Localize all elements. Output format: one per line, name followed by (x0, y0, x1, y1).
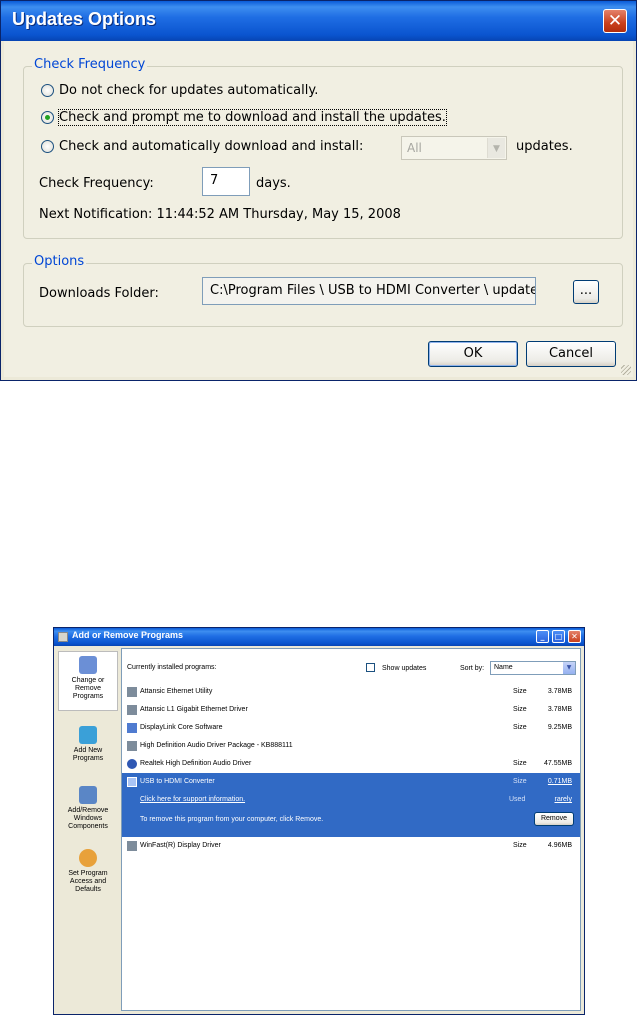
program-row[interactable]: Attansic L1 Gigabit Ethernet Driver Size… (122, 701, 580, 719)
updates-options-dialog: Updates Options ✕ Check Frequency Do not… (0, 0, 637, 381)
program-row[interactable]: High Definition Audio Driver Package - K… (122, 737, 580, 755)
program-icon (127, 841, 137, 851)
used-label: Used (509, 796, 526, 803)
program-name: WinFast(R) Display Driver (140, 842, 221, 849)
sort-by-label: Sort by: (460, 665, 485, 672)
nav-change-remove-label: Change or Remove Programs (71, 677, 105, 700)
audio-icon (127, 759, 137, 769)
show-updates-label[interactable]: Show updates (382, 665, 426, 672)
days-label: days. (256, 176, 291, 191)
program-row[interactable]: WinFast(R) Display Driver Size 4.96MB (122, 837, 580, 855)
downloads-folder-label: Downloads Folder: (39, 286, 159, 301)
radio-no-check[interactable] (41, 84, 54, 97)
updates-suffix: updates. (516, 139, 573, 154)
program-size: 3.78MB (547, 688, 572, 695)
add-new-icon (79, 726, 97, 744)
sort-by-value: Name (494, 664, 513, 671)
program-icon (127, 741, 137, 751)
close-icon[interactable]: ✕ (603, 9, 627, 33)
nav-windows-components[interactable]: Add/Remove Windows Components (58, 786, 118, 831)
program-icon (127, 687, 137, 697)
program-size-label: Size (513, 760, 527, 767)
program-defaults-icon (79, 849, 97, 867)
radio-no-check-label[interactable]: Do not check for updates automatically. (59, 83, 318, 98)
downloads-folder-field[interactable]: C:\Program Files \ USB to HDMI Converter… (202, 277, 536, 305)
radio-auto-install-label[interactable]: Check and automatically download and ins… (59, 139, 363, 154)
show-updates-checkbox[interactable] (366, 663, 375, 672)
nav-add-new-label: Add New Programs (72, 747, 104, 762)
maximize-icon[interactable]: □ (552, 630, 565, 643)
minimize-icon[interactable]: _ (536, 630, 549, 643)
windows-components-icon (79, 786, 97, 804)
frequency-label: Check Frequency: (39, 176, 154, 191)
dialog-titlebar[interactable]: Updates Options ✕ (1, 1, 636, 41)
remove-button[interactable]: Remove (534, 812, 574, 826)
nav-program-defaults[interactable]: Set Program Access and Defaults (58, 849, 118, 894)
arp-left-panel: Change or Remove Programs Add New Progra… (56, 646, 120, 1012)
program-name: DisplayLink Core Software (140, 724, 223, 731)
install-scope-value: All (407, 141, 422, 155)
selected-size-label: Size (513, 778, 527, 785)
frequency-input[interactable]: 7 (202, 167, 250, 196)
nav-program-defaults-label: Set Program Access and Defaults (68, 870, 108, 893)
program-size: 3.78MB (547, 706, 572, 713)
program-name: High Definition Audio Driver Package - K… (140, 742, 293, 749)
nav-windows-components-label: Add/Remove Windows Components (67, 807, 109, 830)
monitor-icon (127, 723, 137, 733)
program-name: Realtek High Definition Audio Driver (140, 760, 252, 767)
currently-installed-label: Currently installed programs: (127, 664, 217, 671)
close-icon[interactable]: ✕ (568, 630, 581, 643)
chevron-down-icon[interactable]: ▼ (563, 662, 575, 674)
chevron-down-icon[interactable]: ▼ (487, 138, 505, 158)
selected-program-name: USB to HDMI Converter (140, 778, 215, 785)
ok-button[interactable]: OK (428, 341, 518, 367)
radio-prompt-install[interactable] (41, 111, 54, 124)
program-icon (127, 705, 137, 715)
add-remove-programs-window: Add or Remove Programs _ □ ✕ Change or R… (53, 627, 585, 1015)
program-row[interactable]: Attansic Ethernet Utility Size 3.78MB (122, 683, 580, 701)
arp-titlebar[interactable]: Add or Remove Programs _ □ ✕ (54, 628, 584, 646)
program-row[interactable]: Realtek High Definition Audio Driver Siz… (122, 755, 580, 773)
program-size: 9.25MB (547, 724, 572, 731)
program-name: Attansic L1 Gigabit Ethernet Driver (140, 706, 248, 713)
remove-instructions: To remove this program from your compute… (140, 816, 324, 823)
selected-size-value[interactable]: 0.71MB (548, 778, 572, 785)
used-value[interactable]: rarely (554, 796, 572, 803)
options-legend: Options (32, 254, 87, 269)
check-frequency-legend: Check Frequency (32, 57, 148, 72)
sort-by-select[interactable]: Name ▼ (490, 661, 576, 675)
arp-title: Add or Remove Programs (72, 630, 184, 640)
programs-list-panel: Currently installed programs: Show updat… (121, 648, 581, 1011)
change-remove-icon (79, 656, 97, 674)
arp-app-icon (58, 632, 68, 642)
program-name: Attansic Ethernet Utility (140, 688, 213, 695)
install-scope-select[interactable]: All ▼ (401, 136, 507, 160)
resize-grip-icon[interactable] (621, 365, 631, 375)
program-size: 4.96MB (547, 842, 572, 849)
radio-auto-install[interactable] (41, 140, 54, 153)
nav-change-remove-programs[interactable]: Change or Remove Programs (58, 651, 118, 711)
cancel-button[interactable]: Cancel (526, 341, 616, 367)
radio-selected-dot (45, 115, 50, 120)
program-size-label: Size (513, 724, 527, 731)
next-notification: Next Notification: 11:44:52 AM Thursday,… (39, 207, 401, 222)
support-info-link[interactable]: Click here for support information. (140, 796, 245, 803)
selected-program-block[interactable]: USB to HDMI Converter Size 0.71MB Click … (122, 773, 580, 837)
browse-button[interactable]: ... (573, 280, 599, 304)
program-size-label: Size (513, 688, 527, 695)
monitor-icon (127, 777, 137, 787)
radio-prompt-install-label[interactable]: Check and prompt me to download and inst… (58, 109, 447, 126)
dialog-title: Updates Options (12, 9, 157, 29)
program-size-label: Size (513, 706, 527, 713)
nav-add-new-programs[interactable]: Add New Programs (58, 726, 118, 763)
program-size: 47.55MB (543, 760, 572, 767)
program-size-label: Size (513, 842, 527, 849)
dialog-client: Check Frequency Do not check for updates… (4, 41, 633, 377)
program-row[interactable]: DisplayLink Core Software Size 9.25MB (122, 719, 580, 737)
